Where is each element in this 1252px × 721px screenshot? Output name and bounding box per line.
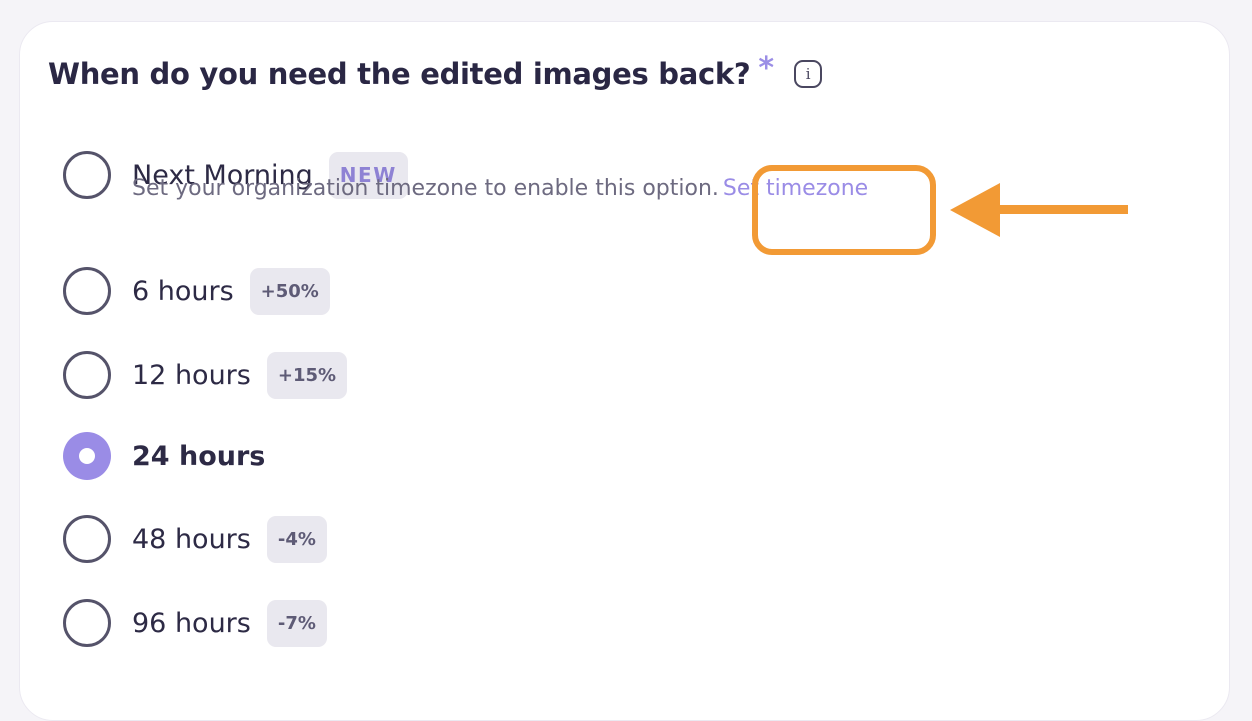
left-arrow-icon [950, 183, 1128, 237]
option-96-hours[interactable]: 96 hours -7% [63, 599, 327, 647]
option-6-hours[interactable]: 6 hours +50% [63, 267, 330, 315]
timezone-note-text: Set your organization timezone to enable… [132, 176, 719, 201]
question-title: When do you need the edited images back? [48, 57, 751, 91]
option-label: 6 hours [132, 275, 234, 307]
required-marker: * [758, 51, 775, 86]
question-heading: When do you need the edited images back?… [48, 51, 823, 94]
radio-12-hours[interactable] [63, 351, 111, 399]
timezone-highlight-box [752, 165, 936, 255]
option-12-hours[interactable]: 12 hours +15% [63, 351, 348, 399]
price-badge: -7% [266, 599, 327, 647]
info-glyph: i [805, 65, 811, 83]
option-label: 48 hours [132, 523, 251, 555]
price-badge: -4% [266, 515, 327, 563]
price-badge: +50% [249, 267, 330, 315]
info-icon[interactable]: i [794, 60, 823, 88]
radio-6-hours[interactable] [63, 267, 111, 315]
radio-96-hours[interactable] [63, 599, 111, 647]
option-24-hours[interactable]: 24 hours [63, 432, 265, 480]
radio-24-hours[interactable] [63, 432, 111, 480]
option-label: 12 hours [132, 359, 251, 391]
option-label: 24 hours [132, 440, 266, 472]
radio-48-hours[interactable] [63, 515, 111, 563]
option-48-hours[interactable]: 48 hours -4% [63, 515, 327, 563]
radio-next-morning[interactable] [63, 151, 111, 199]
price-badge: +15% [266, 351, 348, 399]
option-label: 96 hours [132, 607, 251, 639]
